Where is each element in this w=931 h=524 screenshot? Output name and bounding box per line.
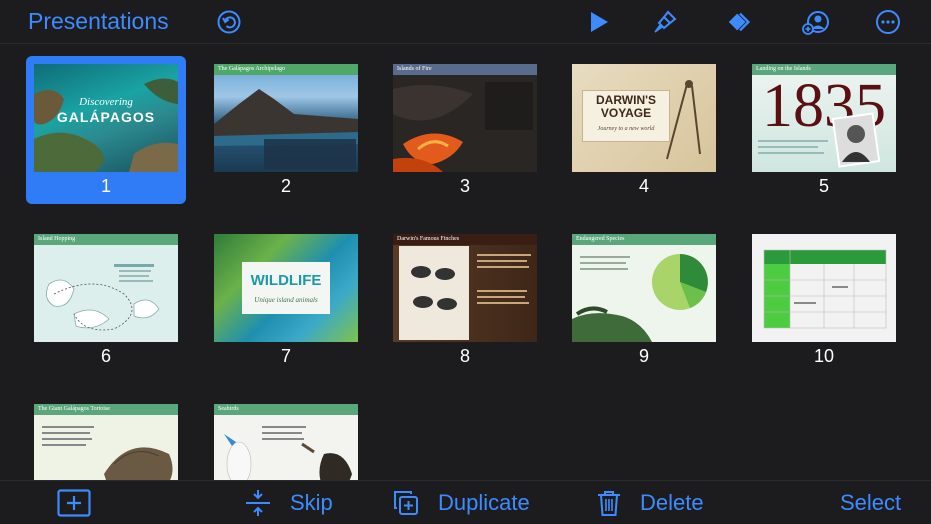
slide-number: 8: [459, 346, 470, 366]
slide-1-preview: Discovering GALÁPAGOS: [34, 64, 178, 172]
select-label: Select: [840, 490, 902, 515]
more-icon[interactable]: [874, 8, 902, 36]
slide-number: 7: [280, 346, 291, 366]
tortoise-image: [42, 426, 173, 480]
slide-thumbnail-12[interactable]: Seabirds: [206, 396, 366, 480]
delete-button[interactable]: Delete: [596, 489, 704, 517]
skip-button[interactable]: Skip: [244, 489, 333, 517]
slide-number: 3: [459, 176, 470, 196]
bottom-toolbar: Skip Duplicate Delete Select: [0, 480, 931, 524]
slide-number: 5: [818, 176, 829, 196]
slide-10-preview: [752, 234, 896, 342]
lava-flow-image: [393, 82, 533, 172]
slide-thumbnail-1[interactable]: Discovering GALÁPAGOS 1: [26, 56, 186, 204]
format-paintbrush-icon[interactable]: [651, 8, 679, 36]
slide-8-preview: Darwin's Famous Finches: [393, 234, 537, 342]
delete-label: Delete: [640, 490, 704, 515]
slide-thumbnail-5[interactable]: Landing on the Islands 1835 5: [744, 56, 904, 204]
play-icon[interactable]: [585, 8, 613, 36]
slide-7-subheading: Unique island animals: [254, 296, 318, 304]
slide-1-heading: Discovering: [79, 96, 133, 108]
select-button[interactable]: Select: [840, 489, 901, 517]
add-slide-button[interactable]: [57, 489, 109, 517]
skip-label: Skip: [290, 490, 333, 515]
finches-sketch-image: [399, 246, 531, 340]
slide-number: 1: [100, 176, 111, 196]
slide-6-preview: Island Hopping: [34, 234, 178, 342]
slide-3-preview: Islands of Fire: [393, 64, 537, 172]
slide-7-preview: WILDLIFE Unique island animals: [214, 234, 358, 342]
slide-thumbnail-7[interactable]: WILDLIFE Unique island animals 7: [206, 226, 366, 374]
slide-9-preview: Endangered Species: [572, 234, 716, 342]
slide-number: 6: [100, 346, 111, 366]
trash-icon: [598, 491, 620, 516]
top-toolbar: Presentations: [0, 0, 931, 44]
slide-thumbnail-9[interactable]: Endangered Species 9: [564, 226, 724, 374]
island-map-image: [46, 264, 160, 331]
slide-thumbnail-10[interactable]: 10: [744, 226, 904, 374]
duplicate-icon: [394, 491, 418, 515]
compass-image: [666, 80, 701, 160]
slide-navigator-grid: Discovering GALÁPAGOS 1 The Galápagos Ar…: [0, 44, 931, 480]
pie-chart-image: [572, 254, 708, 342]
slide-5-preview: Landing on the Islands 1835: [752, 64, 896, 172]
slide-7-heading: WILDLIFE: [250, 272, 322, 289]
seabirds-image: [224, 426, 352, 480]
skip-icon: [246, 490, 270, 516]
undo-icon[interactable]: [215, 8, 243, 36]
presentations-back-button[interactable]: Presentations: [28, 8, 169, 35]
collaborate-icon[interactable]: [802, 8, 830, 36]
slide-thumbnail-11[interactable]: The Giant Galápagos Tortoise: [26, 396, 186, 480]
slide-number: 4: [638, 176, 649, 196]
duplicate-button[interactable]: Duplicate: [392, 489, 530, 517]
slide-thumbnail-3[interactable]: Islands of Fire 3: [385, 56, 545, 204]
slide-11-preview: The Giant Galápagos Tortoise: [34, 404, 178, 480]
slide-12-preview: Seabirds: [214, 404, 358, 480]
slide-thumbnail-6[interactable]: Island Hopping 6: [26, 226, 186, 374]
slide-4-preview: DARWIN'S VOYAGE Journey to a new world: [572, 64, 716, 172]
slide-number: 10: [813, 346, 835, 366]
slide-number: 2: [280, 176, 291, 196]
slide-thumbnail-8[interactable]: Darwin's Famous Finches 8: [385, 226, 545, 374]
add-slide-icon: [57, 489, 91, 517]
slide-1-subheading: GALÁPAGOS: [56, 109, 156, 125]
slide-number: 9: [638, 346, 649, 366]
animate-icon[interactable]: [726, 8, 754, 36]
volcanic-island-image: [214, 89, 358, 169]
slide-thumbnail-2[interactable]: The Galápagos Archipelago 2: [206, 56, 366, 204]
darwin-portrait-image: [758, 112, 881, 168]
table-image: [763, 249, 887, 329]
slide-2-preview: The Galápagos Archipelago: [214, 64, 358, 172]
duplicate-label: Duplicate: [438, 490, 530, 515]
slide-thumbnail-4[interactable]: DARWIN'S VOYAGE Journey to a new world 4: [564, 56, 724, 204]
